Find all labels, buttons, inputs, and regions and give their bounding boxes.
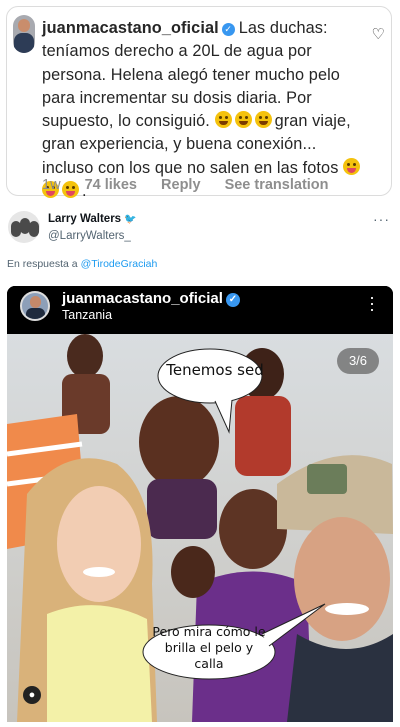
comment-time: 1w — [42, 177, 61, 193]
speech-bubble-bottom: Pero mira cómo le brilla el pelo y calla — [152, 624, 266, 671]
comment-text: juanmacastano_oficial ✓ Las duchas: teníam… — [42, 17, 372, 203]
reply-context: En respuesta a @TirodeGraciah — [7, 258, 157, 270]
post-location[interactable]: Tanzania — [62, 308, 112, 322]
rofl-emoji-icon — [234, 111, 252, 129]
tongue-wink-emoji-icon — [343, 157, 361, 175]
reply-prefix: En respuesta a — [7, 258, 78, 270]
tweet-author-name[interactable]: Larry Walters 🐦 — [48, 213, 137, 225]
tweet-avatar[interactable] — [8, 211, 40, 243]
rofl-emoji-icon — [254, 111, 272, 129]
bird-icon: 🐦 — [124, 214, 137, 225]
reply-to-link[interactable]: @TirodeGraciah — [81, 258, 158, 270]
more-options-icon[interactable]: ··· — [369, 288, 375, 318]
speech-bubble-top: Tenemos sed — [166, 361, 264, 379]
post-header: juanmacastano_oficial ✓ Tanzania · · · — [7, 286, 393, 334]
heart-icon[interactable]: ♡ — [372, 25, 385, 43]
post-username[interactable]: juanmacastano_oficial ✓ — [62, 290, 244, 307]
embedded-photo-post: juanmacastano_oficial ✓ Tanzania · · · 3… — [7, 286, 393, 722]
verified-icon: ✓ — [225, 293, 240, 307]
likes-count[interactable]: 74 likes — [85, 177, 137, 193]
instagram-comment-card: juanmacastano_oficial ✓ Las duchas: teníam… — [6, 6, 392, 200]
comment-username[interactable]: juanmacastano_oficial — [42, 19, 219, 37]
commenter-avatar[interactable] — [13, 15, 35, 53]
verified-icon: ✓ — [221, 23, 235, 36]
comment-meta: 1w 74 likes Reply See translation — [42, 177, 349, 193]
see-translation-button[interactable]: See translation — [225, 177, 329, 193]
user-tag-icon[interactable]: ● — [23, 686, 41, 704]
carousel-page-indicator: 3/6 — [337, 348, 379, 374]
reply-button[interactable]: Reply — [161, 177, 201, 193]
tweet-author-handle[interactable]: @LarryWalters_ — [48, 230, 131, 242]
rofl-emoji-icon — [214, 111, 232, 129]
more-options-icon[interactable]: ··· — [373, 211, 390, 227]
post-avatar[interactable] — [20, 291, 50, 321]
